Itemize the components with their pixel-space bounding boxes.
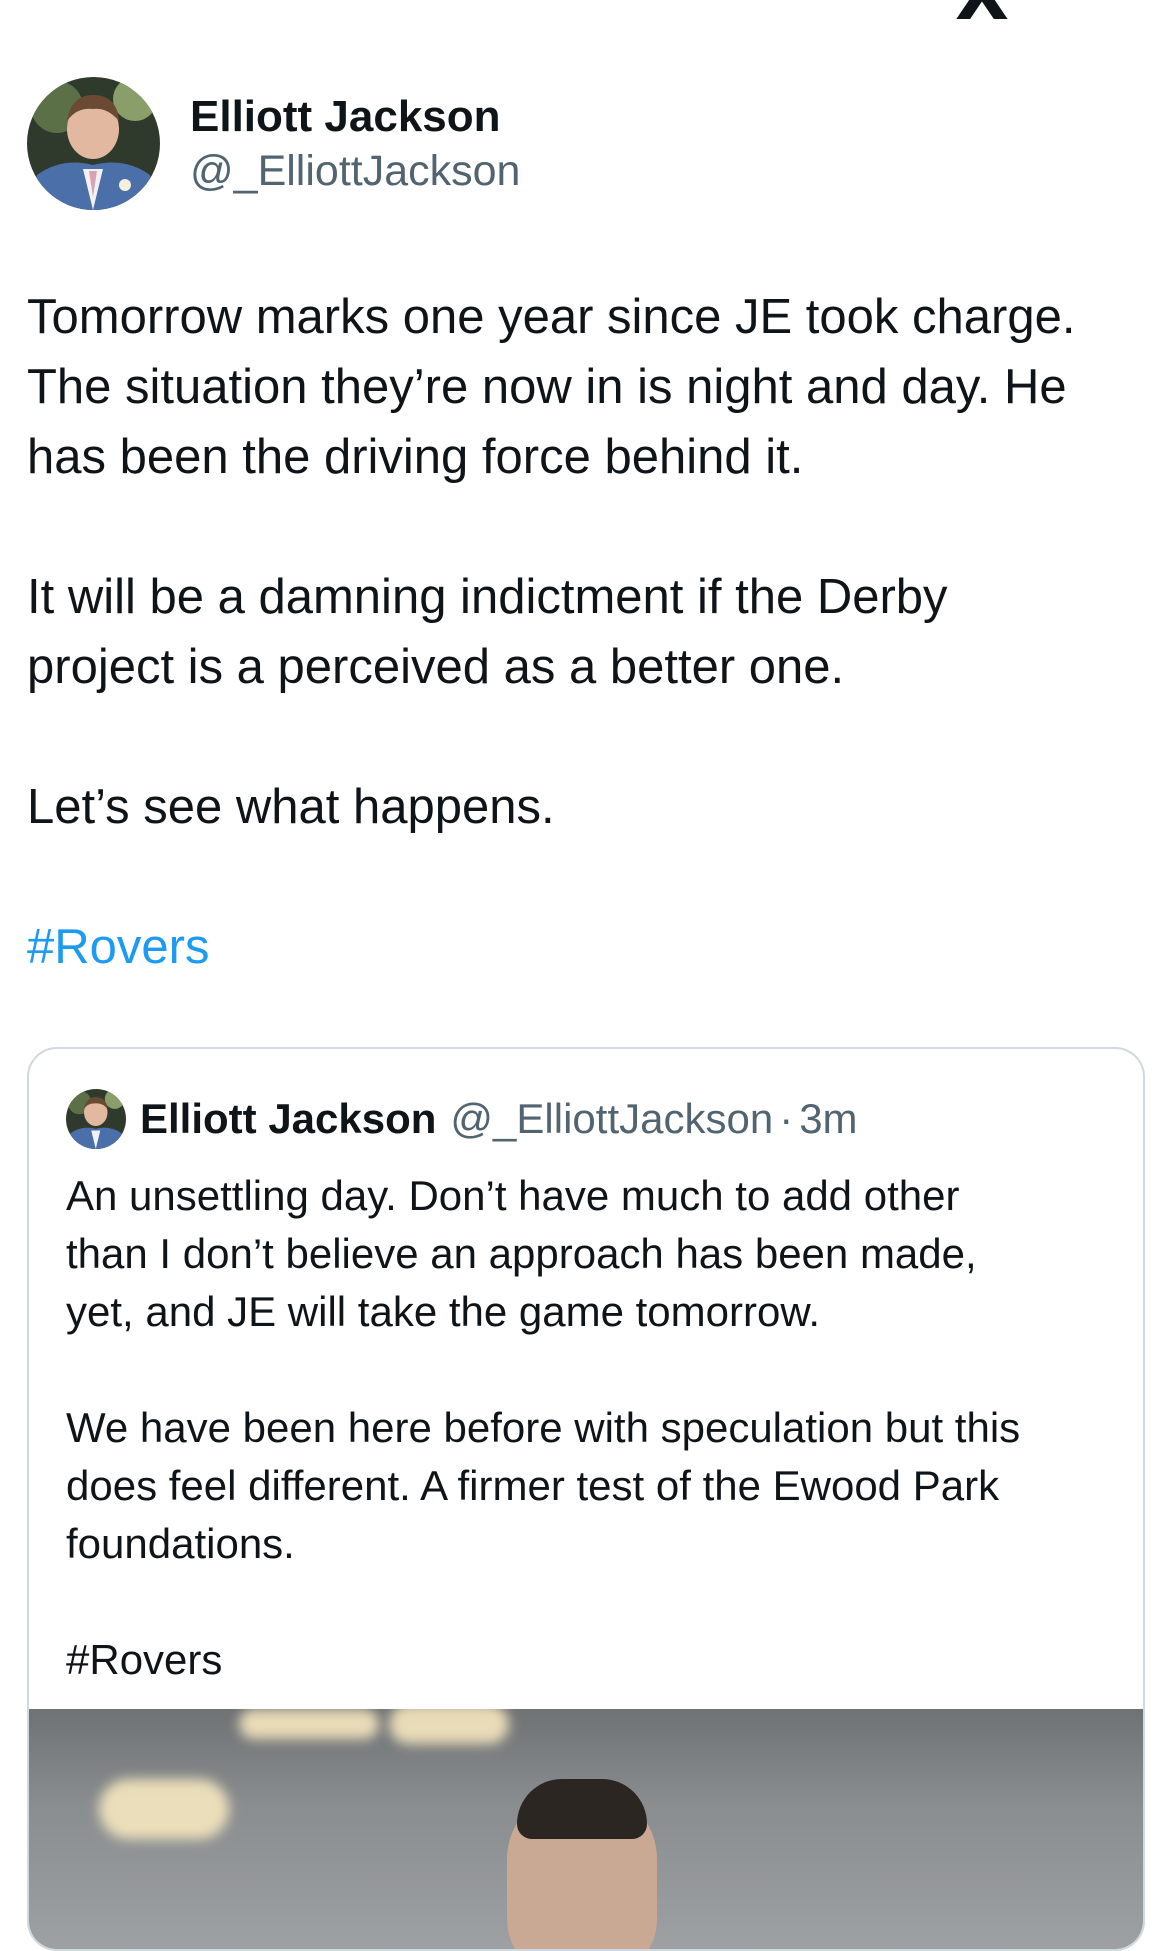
quoted-paragraph: An unsettling day. Don’t have much to ad… — [66, 1172, 977, 1335]
avatar[interactable] — [27, 77, 160, 210]
quoted-author-name[interactable]: Elliott Jackson — [140, 1095, 436, 1143]
tweet-paragraph: It will be a damning indictment if the D… — [27, 570, 948, 694]
tweet-paragraph: Tomorrow marks one year since JE took ch… — [27, 290, 1076, 484]
quoted-author-handle[interactable]: @_ElliottJackson — [450, 1095, 773, 1143]
separator-dot: · — [779, 1095, 794, 1142]
quoted-paragraph: We have been here before with speculatio… — [66, 1404, 1021, 1567]
hashtag-link[interactable]: #Rovers — [27, 912, 1147, 982]
quoted-timestamp[interactable]: 3m — [799, 1095, 857, 1143]
tweet-author[interactable]: Elliott Jackson @_ElliottJackson — [27, 77, 520, 210]
quoted-tweet-text: An unsettling day. Don’t have much to ad… — [66, 1167, 1106, 1747]
quoted-media-image[interactable] — [29, 1709, 1143, 1949]
author-name[interactable]: Elliott Jackson — [190, 90, 520, 144]
tweet-paragraph: Let’s see what happens. — [27, 780, 555, 834]
tweet-text: Tomorrow marks one year since JE took ch… — [27, 282, 1147, 1052]
quoted-hashtag[interactable]: #Rovers — [66, 1631, 1106, 1689]
avatar[interactable] — [66, 1089, 126, 1149]
quoted-tweet-header: Elliott Jackson @_ElliottJackson · 3m — [66, 1089, 858, 1149]
author-handle[interactable]: @_ElliottJackson — [190, 144, 520, 198]
quoted-tweet-card[interactable]: Elliott Jackson @_ElliottJackson · 3m An… — [27, 1047, 1145, 1951]
x-logo-icon: X — [955, 0, 1009, 30]
